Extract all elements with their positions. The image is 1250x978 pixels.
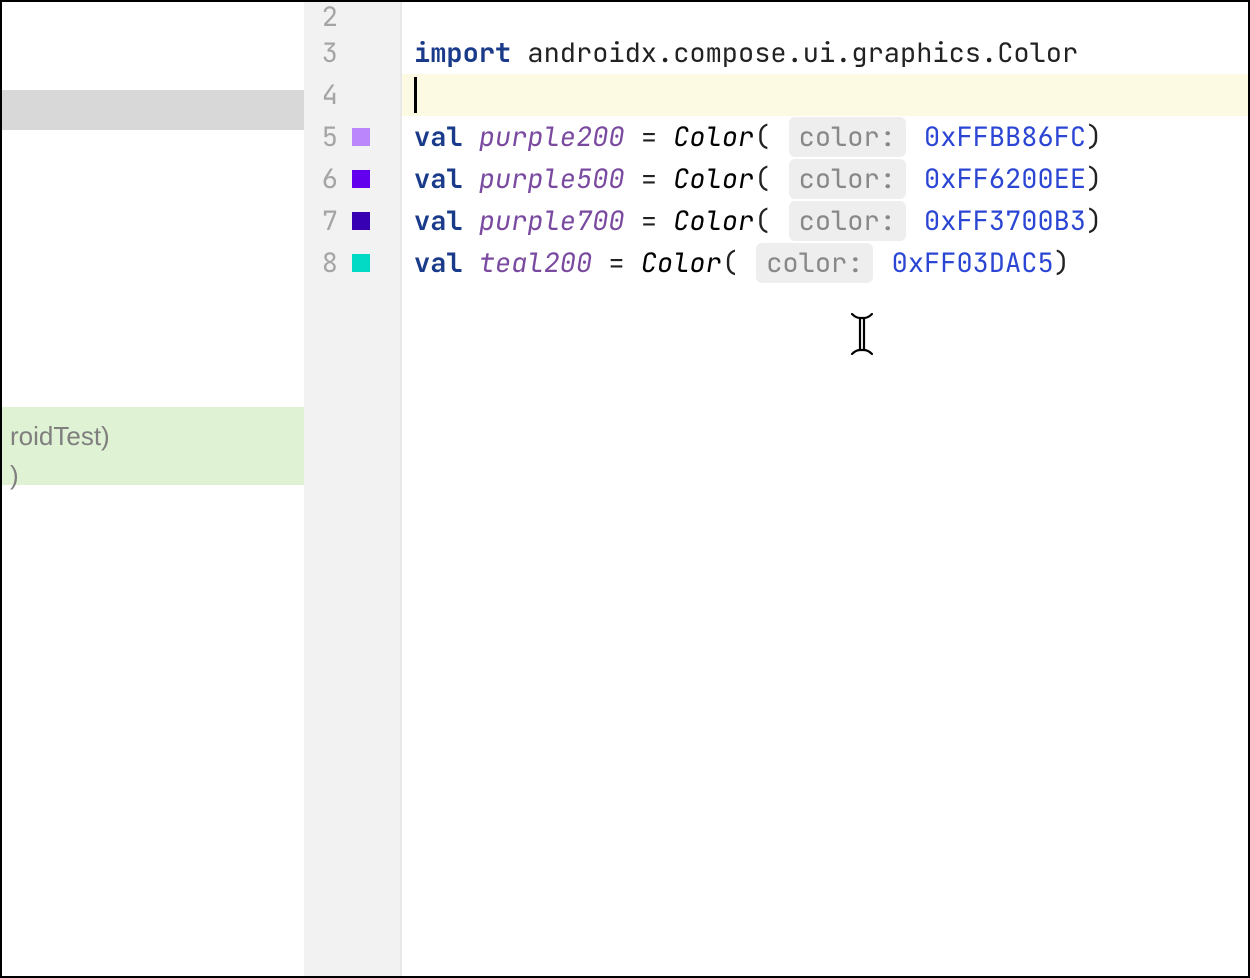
keyword-val: val: [414, 203, 463, 239]
line-number: 8: [322, 245, 338, 281]
gutter-line-8[interactable]: 8: [304, 242, 400, 284]
color-hex: 0xFFBB86FC: [924, 119, 1086, 155]
line-number: 3: [322, 35, 338, 71]
editor-window: roidTest) ) 2 3 4 5 6 7 8 import android…: [2, 2, 1248, 976]
code-area[interactable]: import androidx.compose.ui.graphics.Colo…: [402, 2, 1248, 976]
code-line-8[interactable]: val teal200 = Color( color: 0xFF03DAC5): [414, 242, 1248, 284]
color-hex: 0xFF6200EE: [924, 161, 1086, 197]
color-swatch-icon[interactable]: [352, 170, 370, 188]
keyword-val: val: [414, 245, 463, 281]
code-line-5[interactable]: val purple200 = Color( color: 0xFFBB86FC…: [414, 116, 1248, 158]
gutter-line-7[interactable]: 7: [304, 200, 400, 242]
mouse-text-cursor-icon: [850, 312, 874, 366]
sidebar-test-sources[interactable]: roidTest) ): [2, 407, 304, 485]
keyword-val: val: [414, 119, 463, 155]
sidebar-selected-row[interactable]: [2, 90, 304, 130]
gutter-line-4[interactable]: 4: [304, 74, 400, 116]
keyword-import: import: [414, 35, 511, 71]
code-line-4-active[interactable]: [402, 74, 1248, 116]
var-name: purple700: [479, 203, 625, 239]
color-hex: 0xFF03DAC5: [892, 245, 1054, 281]
line-number: 7: [322, 203, 338, 239]
code-line-7[interactable]: val purple700 = Color( color: 0xFF3700B3…: [414, 200, 1248, 242]
color-swatch-icon[interactable]: [352, 128, 370, 146]
import-path: androidx.compose.ui.graphics.Color: [511, 35, 1078, 71]
var-name: purple200: [479, 119, 625, 155]
sidebar-test-label-2: ): [10, 460, 19, 490]
var-name: teal200: [479, 245, 592, 281]
keyword-val: val: [414, 161, 463, 197]
gutter-line-5[interactable]: 5: [304, 116, 400, 158]
line-number: 2: [322, 0, 338, 35]
line-number: 6: [322, 161, 338, 197]
line-gutter[interactable]: 2 3 4 5 6 7 8: [304, 2, 402, 976]
param-hint: color:: [756, 243, 873, 283]
param-hint: color:: [789, 159, 906, 199]
fn-color: Color: [673, 119, 754, 155]
fn-color: Color: [673, 203, 754, 239]
gutter-line-2[interactable]: 2: [304, 2, 400, 32]
gutter-line-6[interactable]: 6: [304, 158, 400, 200]
param-hint: color:: [789, 201, 906, 241]
project-sidebar[interactable]: roidTest) ): [2, 2, 304, 976]
fn-color: Color: [641, 245, 722, 281]
var-name: purple500: [479, 161, 625, 197]
line-number: 5: [322, 119, 338, 155]
color-swatch-icon[interactable]: [352, 212, 370, 230]
code-line-6[interactable]: val purple500 = Color( color: 0xFF6200EE…: [414, 158, 1248, 200]
line-number: 4: [322, 77, 338, 113]
param-hint: color:: [789, 117, 906, 157]
code-editor[interactable]: 2 3 4 5 6 7 8 import androidx.compose.ui…: [304, 2, 1248, 976]
code-line-2[interactable]: [414, 2, 1248, 32]
color-hex: 0xFF3700B3: [924, 203, 1086, 239]
code-line-3[interactable]: import androidx.compose.ui.graphics.Colo…: [414, 32, 1248, 74]
gutter-line-3[interactable]: 3: [304, 32, 400, 74]
fn-color: Color: [673, 161, 754, 197]
color-swatch-icon[interactable]: [352, 254, 370, 272]
sidebar-test-label-1: roidTest): [10, 421, 110, 451]
text-caret: [414, 77, 417, 113]
